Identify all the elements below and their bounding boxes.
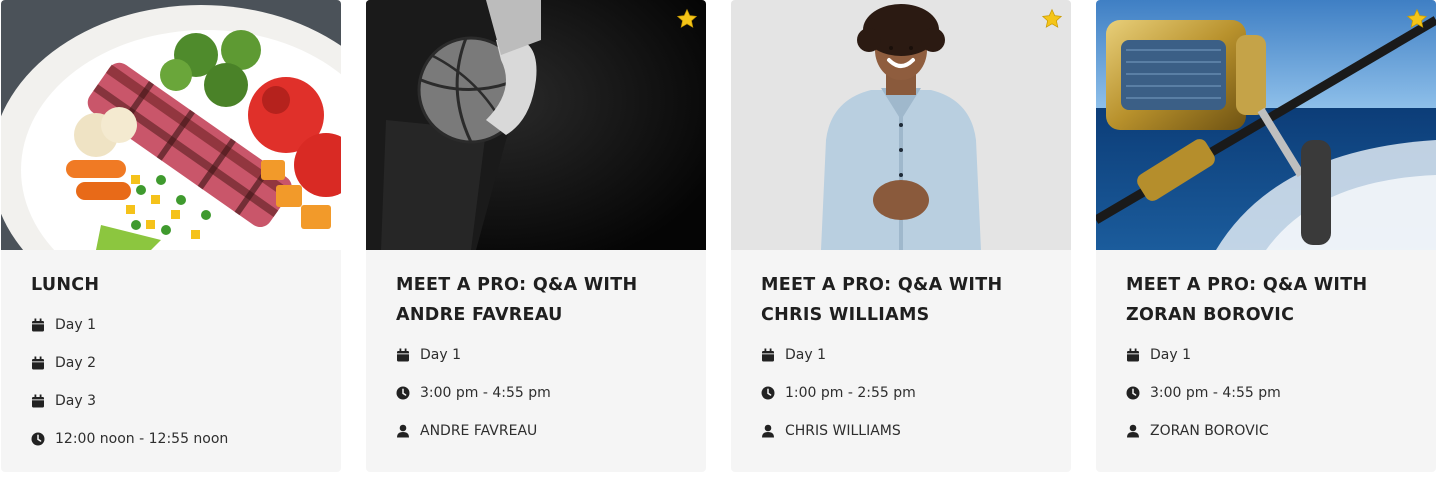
event-title[interactable]: MEET A PRO: Q&A WITH CHRIS WILLIAMS	[761, 270, 1051, 330]
basketball-player-image	[366, 0, 706, 250]
event-title-line: MEET A PRO: Q&A WITH	[1126, 275, 1368, 295]
calendar-icon	[31, 318, 45, 332]
smiling-man-image	[731, 0, 1071, 250]
calendar-icon	[31, 394, 45, 408]
user-icon	[1126, 424, 1140, 438]
event-day-row: Day 1	[761, 336, 1051, 374]
event-day-text: Day 1	[420, 347, 462, 363]
event-speaker-row: CHRIS WILLIAMS	[761, 412, 1051, 450]
fishing-reel-image	[1096, 0, 1436, 250]
favorite-star-icon[interactable]	[1041, 8, 1063, 30]
event-title-line: ANDRE FAVREAU	[396, 305, 563, 325]
event-day-row: Day 3	[31, 382, 321, 420]
event-day-row: Day 2	[31, 344, 321, 382]
food-plate-image	[1, 0, 341, 250]
calendar-icon	[1126, 348, 1140, 362]
event-day-text: Day 3	[55, 393, 97, 409]
clock-icon	[1126, 386, 1140, 400]
event-time-text: 1:00 pm - 2:55 pm	[785, 385, 916, 401]
event-speaker-text: CHRIS WILLIAMS	[785, 423, 901, 439]
event-title-line: CHRIS WILLIAMS	[761, 305, 930, 325]
event-speaker-text: ANDRE FAVREAU	[420, 423, 538, 439]
user-icon	[396, 424, 410, 438]
calendar-icon	[396, 348, 410, 362]
event-title[interactable]: MEET A PRO: Q&A WITH ANDRE FAVREAU	[396, 270, 686, 330]
event-day-row: Day 1	[1126, 336, 1416, 374]
event-title-line: LUNCH	[31, 275, 100, 295]
event-day-text: Day 1	[1150, 347, 1192, 363]
event-time-row: 1:00 pm - 2:55 pm	[761, 374, 1051, 412]
event-day-row: Day 1	[31, 306, 321, 344]
event-time-row: 3:00 pm - 4:55 pm	[396, 374, 686, 412]
calendar-icon	[31, 356, 45, 370]
event-day-text: Day 1	[55, 317, 97, 333]
event-day-row: Day 1	[396, 336, 686, 374]
event-title[interactable]: MEET A PRO: Q&A WITH ZORAN BOROVIC	[1126, 270, 1416, 330]
event-speaker-text: ZORAN BOROVIC	[1150, 423, 1269, 439]
favorite-star-icon[interactable]	[1406, 8, 1428, 30]
event-day-text: Day 1	[785, 347, 827, 363]
event-title-line: MEET A PRO: Q&A WITH	[761, 275, 1003, 295]
event-speaker-row: ZORAN BOROVIC	[1126, 412, 1416, 450]
calendar-icon	[761, 348, 775, 362]
event-card-lunch[interactable]: LUNCH Day 1 Day 2 Day 3 12:00 noon - 12:…	[1, 0, 341, 472]
event-day-text: Day 2	[55, 355, 97, 371]
favorite-star-icon[interactable]	[676, 8, 698, 30]
event-card-andre-favreau[interactable]: MEET A PRO: Q&A WITH ANDRE FAVREAU Day 1…	[366, 0, 706, 472]
user-icon	[761, 424, 775, 438]
clock-icon	[761, 386, 775, 400]
event-title[interactable]: LUNCH	[31, 270, 321, 300]
event-card-zoran-borovic[interactable]: MEET A PRO: Q&A WITH ZORAN BOROVIC Day 1…	[1096, 0, 1436, 472]
event-time-text: 3:00 pm - 4:55 pm	[1150, 385, 1281, 401]
event-speaker-row: ANDRE FAVREAU	[396, 412, 686, 450]
event-card-chris-williams[interactable]: MEET A PRO: Q&A WITH CHRIS WILLIAMS Day …	[731, 0, 1071, 472]
event-title-line: ZORAN BOROVIC	[1126, 305, 1295, 325]
event-title-line: MEET A PRO: Q&A WITH	[396, 275, 638, 295]
event-time-text: 12:00 noon - 12:55 noon	[55, 431, 229, 447]
event-time-text: 3:00 pm - 4:55 pm	[420, 385, 551, 401]
clock-icon	[396, 386, 410, 400]
event-time-row: 12:00 noon - 12:55 noon	[31, 420, 321, 458]
clock-icon	[31, 432, 45, 446]
event-time-row: 3:00 pm - 4:55 pm	[1126, 374, 1416, 412]
